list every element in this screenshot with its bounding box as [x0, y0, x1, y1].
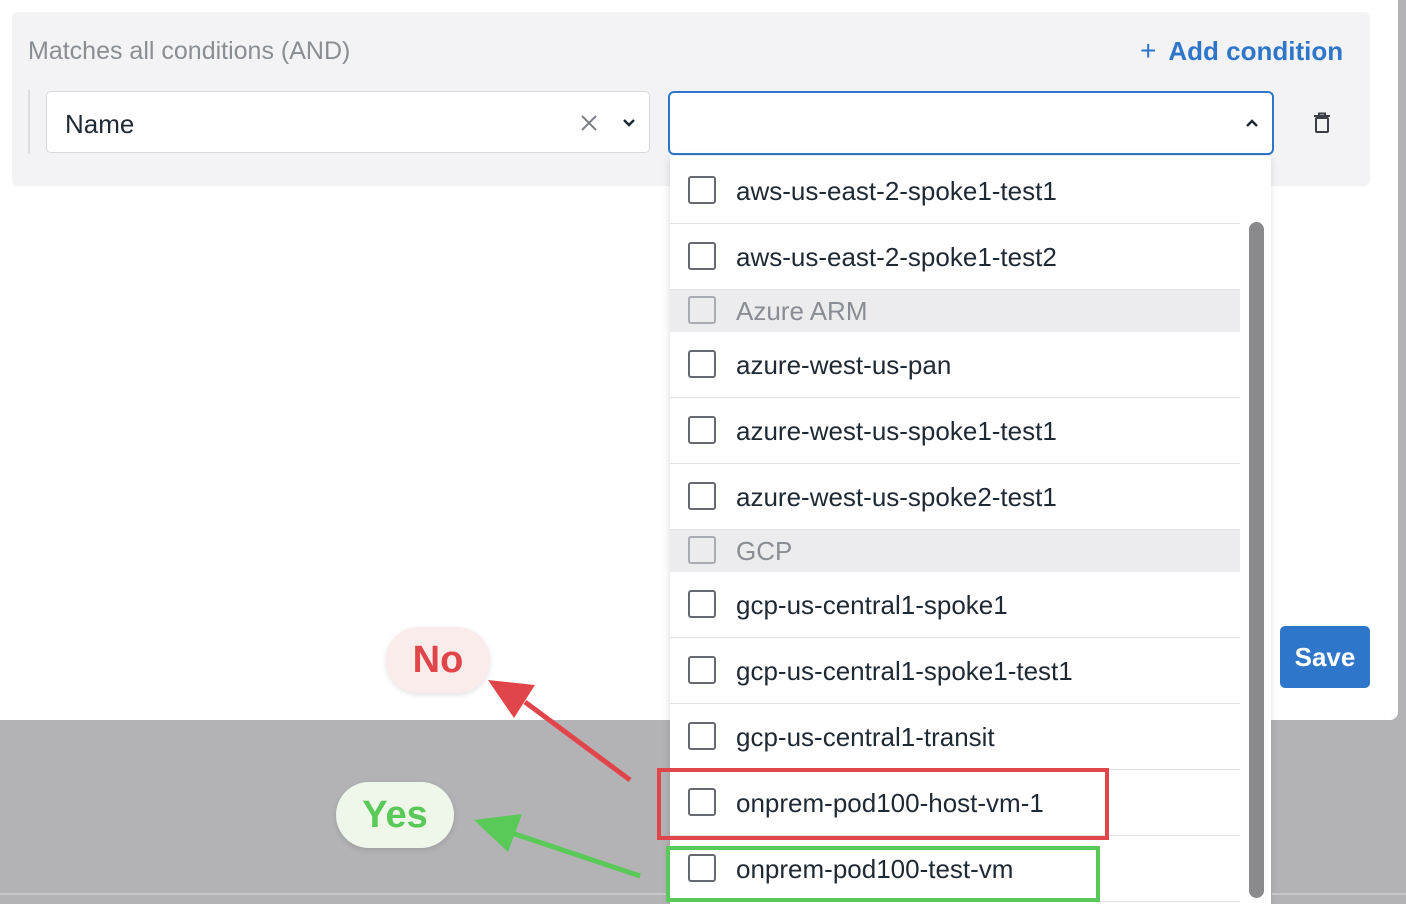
- dropdown-option-label: gcp-us-central1-spoke1-test1: [736, 656, 1073, 686]
- dropdown-option[interactable]: gcp-us-central1-transit: [670, 704, 1240, 770]
- clear-icon[interactable]: [578, 112, 600, 134]
- checkbox[interactable]: [688, 854, 716, 882]
- dropdown-option[interactable]: azure-west-us-pan: [670, 332, 1240, 398]
- checkbox: [688, 536, 716, 564]
- dropdown-option-label: gcp-us-central1-spoke1: [736, 590, 1008, 620]
- dropdown-option-label: Azure ARM: [736, 296, 868, 326]
- checkbox[interactable]: [688, 722, 716, 750]
- add-condition-button[interactable]: + Add condition: [1140, 35, 1343, 67]
- plus-icon: +: [1140, 35, 1157, 66]
- condition-row-divider: [28, 90, 30, 154]
- dropdown-option[interactable]: gcp-us-central1-spoke1: [670, 572, 1240, 638]
- dropdown-option[interactable]: aws-us-east-2-spoke1-test2: [670, 224, 1240, 290]
- annotation-yes-label: Yes: [336, 782, 454, 848]
- dropdown-option[interactable]: onprem-pod100-test-vm: [670, 836, 1240, 902]
- dropdown-option[interactable]: onprem-pod100-host-vm-1: [670, 770, 1240, 836]
- dropdown-option-label: azure-west-us-spoke1-test1: [736, 416, 1057, 446]
- checkbox[interactable]: [688, 656, 716, 684]
- checkbox[interactable]: [688, 788, 716, 816]
- trash-icon[interactable]: [1311, 111, 1333, 135]
- dropdown-group-header: GCP: [670, 530, 1240, 572]
- chevron-up-icon[interactable]: [1243, 114, 1261, 132]
- checkbox[interactable]: [688, 176, 716, 204]
- checkbox[interactable]: [688, 482, 716, 510]
- dropdown-option-label: azure-west-us-spoke2-test1: [736, 482, 1057, 512]
- checkbox[interactable]: [688, 416, 716, 444]
- dropdown-option[interactable]: aws-us-east-2-spoke1-test1: [670, 158, 1240, 224]
- green-arrow: [474, 814, 641, 879]
- save-button[interactable]: Save: [1280, 626, 1370, 688]
- checkbox[interactable]: [688, 350, 716, 378]
- dropdown-option-label: aws-us-east-2-spoke1-test1: [736, 176, 1057, 206]
- annotation-no-label: No: [386, 627, 490, 693]
- checkbox: [688, 296, 716, 324]
- dropdown-option-label: onprem-pod100-test-vm: [736, 854, 1014, 884]
- dropdown-option-label: aws-us-east-2-spoke1-test2: [736, 242, 1057, 272]
- dropdown-option-label: GCP: [736, 536, 793, 566]
- value-dropdown-menu: aws-us-east-2-spoke1-test1 aws-us-east-2-…: [670, 156, 1270, 904]
- dropdown-scrollbar-thumb[interactable]: [1249, 222, 1264, 898]
- checkbox[interactable]: [688, 590, 716, 618]
- field-select[interactable]: Name: [46, 91, 650, 153]
- field-select-value: Name: [65, 109, 135, 139]
- add-condition-label: Add condition: [1168, 35, 1344, 66]
- dropdown-option-label: gcp-us-central1-transit: [736, 722, 995, 752]
- footer-divider-right: [1272, 893, 1406, 895]
- footer-divider: [0, 893, 670, 895]
- dropdown-option[interactable]: azure-west-us-spoke2-test1: [670, 464, 1240, 530]
- dropdown-option-label: onprem-pod100-host-vm-1: [736, 788, 1044, 818]
- value-select[interactable]: [668, 91, 1274, 155]
- dropdown-option[interactable]: gcp-us-central1-spoke1-test1: [670, 638, 1240, 704]
- checkbox[interactable]: [688, 242, 716, 270]
- dropdown-option-label: azure-west-us-pan: [736, 350, 952, 380]
- dropdown-option[interactable]: azure-west-us-spoke1-test1: [670, 398, 1240, 464]
- match-mode-label: Matches all conditions (AND): [28, 37, 351, 65]
- dropdown-group-header: Azure ARM: [670, 290, 1240, 332]
- chevron-down-icon[interactable]: [620, 114, 638, 132]
